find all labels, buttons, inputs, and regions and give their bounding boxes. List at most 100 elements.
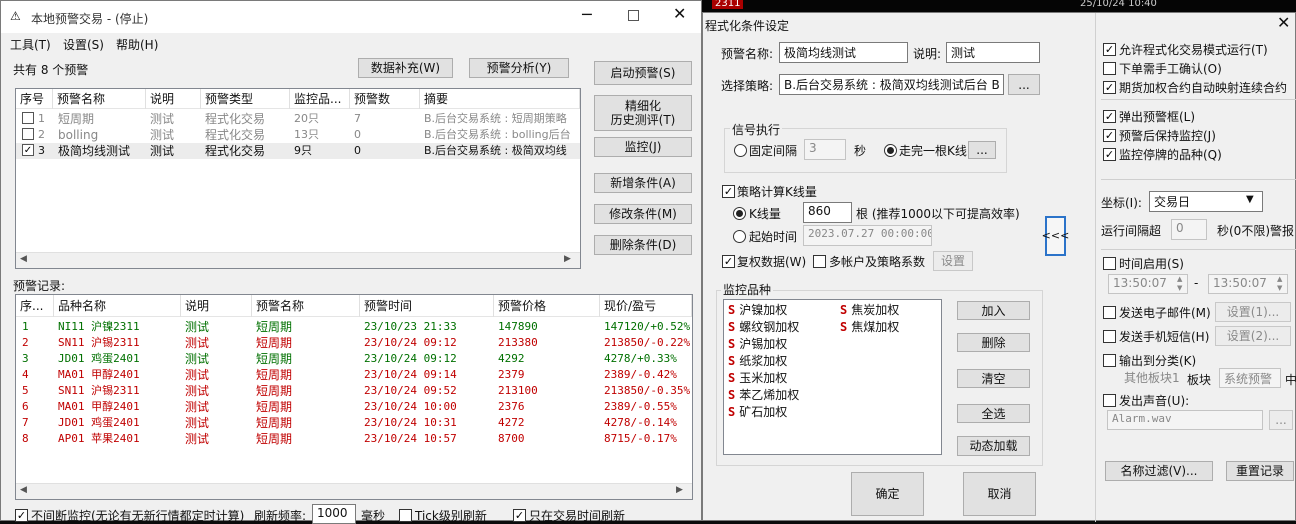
option-checkbox[interactable] <box>1103 62 1116 75</box>
adjust-checkbox[interactable]: ✓ <box>722 255 735 268</box>
alert-list-hscroll[interactable]: ◀ ▶ <box>16 252 580 268</box>
alert-row-checkbox[interactable] <box>22 112 34 124</box>
list-item[interactable]: S 焦煤加权 <box>840 319 899 335</box>
product-clear-button[interactable]: 清空 <box>957 369 1030 388</box>
list-item[interactable]: S 苯乙烯加权 <box>728 387 799 403</box>
alert-row[interactable]: ✓ 3 极简均线测试 测试 程式化交易 9只 0 B.后台交易系统 : 极简双均线 <box>16 143 580 159</box>
history-eval-button[interactable]: 精细化 历史测评(T) <box>594 95 692 131</box>
option-checkbox[interactable]: ✓ <box>1103 129 1116 142</box>
trade-time-only-checkbox[interactable]: ✓ <box>513 509 526 522</box>
rec-col-no[interactable]: 序... <box>16 295 54 317</box>
menu-tools[interactable]: 工具(T) <box>10 36 51 53</box>
alert-analysis-button[interactable]: 预警分析(Y) <box>469 58 569 78</box>
option-checkbox[interactable]: ✓ <box>1103 110 1116 123</box>
time-enable-checkbox[interactable] <box>1103 257 1116 270</box>
records-hscroll[interactable]: ◀ ▶ <box>16 483 692 499</box>
modify-condition-button[interactable]: 修改条件(M) <box>594 204 692 224</box>
add-condition-button[interactable]: 新增条件(A) <box>594 173 692 193</box>
option-checkbox[interactable]: ✓ <box>1103 81 1116 94</box>
strategy-input[interactable]: B.后台交易系统 : 极简双均线测试后台 B <box>779 74 1004 95</box>
multi-account-checkbox[interactable] <box>813 255 826 268</box>
list-item[interactable]: S 玉米加权 <box>728 370 787 386</box>
per-bar-settings-button[interactable]: ... <box>968 141 996 159</box>
list-item[interactable]: S 螺纹钢加权 <box>728 319 799 335</box>
table-row[interactable]: 4 MA01 甲醇2401 测试 短周期 23/10/24 09:14 2379 2389/… <box>16 367 692 383</box>
sms-checkbox[interactable] <box>1103 330 1116 343</box>
alert-name-input[interactable]: 极简均线测试 <box>779 42 908 63</box>
export-block-input[interactable]: 其他板块1 <box>1120 368 1182 388</box>
table-row[interactable]: 6 MA01 甲醇2401 测试 短周期 23/10/24 10:00 2376 2389/… <box>16 399 692 415</box>
rec-col-now[interactable]: 现价/盈亏 <box>600 295 692 317</box>
col-type[interactable]: 预警类型 <box>201 89 290 109</box>
time-from-input[interactable]: 13:50:07 ▲ ▼ <box>1108 274 1188 294</box>
list-item[interactable]: S 焦炭加权 <box>840 302 899 318</box>
alert-row-checkbox[interactable] <box>22 128 34 140</box>
col-summary[interactable]: 摘要 <box>420 89 580 109</box>
collapse-button[interactable]: <<< <box>1042 216 1069 256</box>
alert-row-checkbox[interactable]: ✓ <box>22 144 34 156</box>
col-no[interactable]: 序号 <box>16 89 53 109</box>
continuous-monitor-checkbox[interactable]: ✓ <box>15 509 28 522</box>
tick-refresh-checkbox[interactable] <box>399 509 412 522</box>
email-settings-button[interactable]: 设置(1)... <box>1215 302 1291 322</box>
desc-input[interactable]: 测试 <box>946 42 1040 63</box>
col-desc[interactable]: 说明 <box>146 89 201 109</box>
minimize-icon[interactable]: ─ <box>582 5 598 24</box>
email-checkbox[interactable] <box>1103 306 1116 319</box>
option-checkbox[interactable]: ✓ <box>1103 43 1116 56</box>
col-monitor[interactable]: 监控品... <box>290 89 350 109</box>
run-interval-input[interactable]: 0 <box>1171 219 1207 240</box>
bar-count-radio[interactable] <box>733 207 746 220</box>
maximize-icon[interactable] <box>628 10 639 21</box>
col-alert-name[interactable]: 预警名称 <box>53 89 146 109</box>
sound-file-input[interactable]: Alarm.wav <box>1107 410 1263 430</box>
start-time-radio[interactable] <box>733 230 746 243</box>
menu-help[interactable]: 帮助(H) <box>116 36 158 53</box>
list-item[interactable]: S 沪锡加权 <box>728 336 787 352</box>
alert-row[interactable]: 2 bolling 测试 程式化交易 13只 0 B.后台交易系统 : bolling后台 <box>16 127 580 143</box>
sound-browse-button[interactable]: ... <box>1269 410 1293 430</box>
table-row[interactable]: 7 JD01 鸡蛋2401 测试 短周期 23/10/24 10:31 4272 4278/… <box>16 415 692 431</box>
data-supplement-button[interactable]: 数据补充(W) <box>358 58 453 78</box>
calc-bars-checkbox[interactable]: ✓ <box>722 185 735 198</box>
start-alert-button[interactable]: 启动预警(S) <box>594 61 692 85</box>
product-delete-button[interactable]: 删除 <box>957 333 1030 352</box>
product-add-button[interactable]: 加入 <box>957 301 1030 320</box>
product-select-all-button[interactable]: 全选 <box>957 404 1030 423</box>
table-row[interactable]: 3 JD01 鸡蛋2401 测试 短周期 23/10/24 09:12 4292 4278/… <box>16 351 692 367</box>
cancel-button[interactable]: 取消 <box>963 472 1036 516</box>
table-row[interactable]: 2 SN11 沪锡2311 测试 短周期 23/10/24 09:12 213380 213… <box>16 335 692 351</box>
rec-col-product[interactable]: 品种名称 <box>54 295 181 317</box>
table-row[interactable]: 8 AP01 苹果2401 测试 短周期 23/10/24 10:57 8700 8715/… <box>16 431 692 447</box>
monitor-button[interactable]: 监控(J) <box>594 137 692 157</box>
fixed-interval-radio[interactable] <box>734 144 747 157</box>
export-checkbox[interactable] <box>1103 354 1116 367</box>
col-count[interactable]: 预警数 <box>350 89 420 109</box>
interval-input[interactable]: 3 <box>804 139 846 160</box>
coord-select[interactable]: 交易日 ▼ <box>1149 191 1263 212</box>
table-row[interactable]: 5 SN11 沪锡2311 测试 短周期 23/10/24 09:52 213100 213… <box>16 383 692 399</box>
start-time-input[interactable]: 2023.07.27 00:00:00 <box>803 225 932 246</box>
reset-record-button[interactable]: 重置记录 <box>1226 461 1294 481</box>
delete-condition-button[interactable]: 删除条件(D) <box>594 235 692 255</box>
strategy-browse-button[interactable]: ... <box>1008 74 1040 95</box>
sms-settings-button[interactable]: 设置(2)... <box>1215 326 1291 346</box>
time-to-input[interactable]: 13:50:07 ▲ ▼ <box>1208 274 1288 294</box>
per-bar-radio[interactable] <box>884 144 897 157</box>
export-sys-input[interactable]: 系统预警 <box>1219 368 1281 388</box>
bar-count-input[interactable]: 860 <box>803 202 852 223</box>
menu-settings[interactable]: 设置(S) <box>63 36 104 53</box>
rec-col-desc[interactable]: 说明 <box>181 295 252 317</box>
option-checkbox[interactable]: ✓ <box>1103 148 1116 161</box>
dynamic-load-button[interactable]: 动态加载 <box>957 436 1030 456</box>
rec-col-price[interactable]: 预警价格 <box>494 295 600 317</box>
ok-button[interactable]: 确定 <box>851 472 924 516</box>
table-row[interactable]: 1 NI11 沪镍2311 测试 短周期 23/10/23 21:33 147890 147… <box>16 319 692 335</box>
rec-col-name[interactable]: 预警名称 <box>252 295 360 317</box>
refresh-input[interactable]: 1000 <box>312 504 356 524</box>
rec-col-time[interactable]: 预警时间 <box>360 295 494 317</box>
list-item[interactable]: S 沪镍加权 <box>728 302 787 318</box>
multi-account-settings-button[interactable]: 设置 <box>933 251 973 271</box>
alert-row[interactable]: 1 短周期 测试 程式化交易 20只 7 B.后台交易系统 : 短周期策略 <box>16 111 580 127</box>
sound-checkbox[interactable] <box>1103 394 1116 407</box>
